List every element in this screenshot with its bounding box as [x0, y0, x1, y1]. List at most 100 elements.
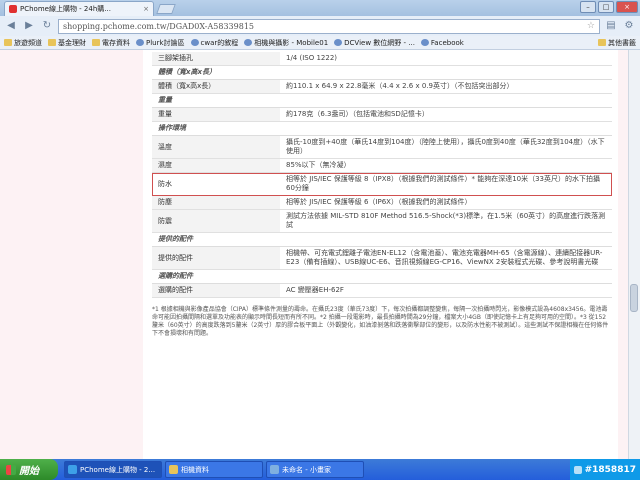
spec-value: 測試方法依據 MIL-STD 810F Method 516.5-Shock(*… [280, 209, 612, 233]
title-bar: PChome線上購物 - 24h購... × – □ × [0, 0, 640, 16]
spec-value: 約110.1 x 64.9 x 22.8毫米（4.4 x 2.6 x 0.9英寸… [280, 79, 612, 94]
spec-label: 體積（寬x高x長） [152, 79, 280, 94]
bookmark-item[interactable]: Plurk討論區 [136, 38, 185, 48]
taskbar-item[interactable]: 相機資料 [165, 461, 263, 478]
forward-arrow-icon[interactable]: ▶ [22, 19, 36, 33]
new-tab-button[interactable] [156, 4, 176, 14]
spec-label: 防塵 [152, 195, 280, 210]
spec-section: 三腳架插孔 1/4 (ISO 1222) 體積（寬x高x長） 體積（寬x高x長） 約11… [152, 52, 612, 338]
browser-toolbar: ◀ ▶ ↻ shopping.pchome.com.tw/DGAD0X-A583… [0, 16, 640, 36]
url-text[interactable]: shopping.pchome.com.tw/DGAD0X-A58339815 [63, 22, 583, 31]
section-title: 體積（寬x高x長） [152, 65, 612, 80]
spec-row: 體積（寬x高x長） 約110.1 x 64.9 x 22.8毫米（4.4 x 2.… [152, 79, 612, 94]
spec-label: 防震 [152, 209, 280, 233]
taskbar-item[interactable]: PChome線上購物 - 2... [64, 461, 162, 478]
bookmark-item[interactable]: 電存資料 [92, 38, 130, 48]
spec-row-highlighted: 防水 相等於 JIS/IEC 保護等級 8（IPX8）（根據我們的測試條件）* 能… [152, 172, 612, 196]
spec-value: 相等於 JIS/IEC 保護等級 6（IP6X）（根據我們的測試條件） [280, 195, 612, 210]
spec-table: 三腳架插孔 1/4 (ISO 1222) 體積（寬x高x長） 體積（寬x高x長） 約11… [152, 52, 612, 298]
bookmark-item[interactable]: DCView 數位網野 - ... [334, 38, 415, 48]
footnote: *1 根據相機與影像產品協會（CIPA）標準條件測量的壽命。在攝氏23度（華氏7… [152, 306, 609, 337]
scrollbar-thumb[interactable] [630, 284, 638, 312]
spec-label: 三腳架插孔 [152, 52, 280, 66]
site-icon [136, 39, 144, 46]
folder-icon [4, 39, 12, 46]
page-menu-icon[interactable]: ▤ [604, 19, 618, 33]
vertical-scrollbar[interactable] [628, 50, 640, 459]
taskbar-items: PChome線上購物 - 2... 相機資料 未命名 - 小畫家 [64, 461, 364, 478]
reload-icon[interactable]: ↻ [40, 19, 54, 33]
section-title: 提供的配件 [152, 232, 612, 247]
folder-icon [598, 39, 606, 46]
bookmark-label: Facebook [430, 38, 464, 47]
site-icon [420, 39, 429, 46]
bookmark-label: 電存資料 [102, 38, 130, 47]
address-bar[interactable]: shopping.pchome.com.tw/DGAD0X-A58339815 … [58, 18, 600, 34]
spec-row: 重量 約178克（6.3盎司）（包括電池和SD記憶卡） [152, 107, 612, 122]
taskbar: 開始 PChome線上購物 - 2... 相機資料 未命名 - 小畫家 #18588… [0, 459, 640, 480]
bookmark-item[interactable]: 旅遊頻道 [4, 38, 42, 48]
bookmark-label: cwar的敘程 [200, 38, 239, 47]
bookmark-label: 相機與攝影 - Mobile01 [254, 38, 329, 47]
section-title: 操作環境 [152, 121, 612, 136]
window-controls: – □ × [580, 1, 638, 13]
pchome-favicon-icon [9, 5, 17, 13]
bookmark-label: DCView 數位網野 - ... [344, 38, 415, 47]
maximize-button[interactable]: □ [598, 1, 614, 13]
spec-value: 1/4 (ISO 1222) [280, 52, 612, 66]
spec-row: 溫度 攝氏-10度到+40度（華氏14度到104度）（陸陸上使用），攝氏0度到40… [152, 135, 612, 159]
tray-text: #1858817 [584, 464, 636, 475]
system-tray: #1858817 [569, 459, 640, 480]
other-bookmarks-label: 其他書籤 [608, 38, 636, 47]
spec-label: 重量 [152, 107, 280, 122]
bookmark-star-icon[interactable]: ☆ [587, 21, 595, 31]
spec-section-header: 重量 [152, 93, 612, 108]
close-window-button[interactable]: × [616, 1, 638, 13]
start-label: 開始 [19, 466, 39, 477]
back-arrow-icon[interactable]: ◀ [4, 19, 18, 33]
site-icon [244, 39, 253, 46]
spec-label: 濕度 [152, 158, 280, 173]
spec-label: 提供的配件 [152, 246, 280, 270]
spec-value: AC 變壓器EH-62F [280, 283, 612, 298]
spec-label: 防水 [152, 172, 280, 196]
spec-row: 濕度 85%以下（無冷凝） [152, 158, 612, 173]
folder-icon [48, 39, 56, 46]
tray-icon[interactable] [573, 465, 582, 474]
section-title: 選購的配件 [152, 269, 612, 284]
spec-value: 相等於 JIS/IEC 保護等級 8（IPX8）（根據我們的測試條件）* 能夠在… [280, 172, 612, 196]
other-bookmarks[interactable]: 其他書籤 [598, 38, 636, 48]
spec-label: 選購的配件 [152, 283, 280, 298]
wrench-icon[interactable]: ⚙ [622, 19, 636, 33]
start-button[interactable]: 開始 [0, 459, 58, 480]
bookmarks-bar: 旅遊頻道 基金理財 電存資料 Plurk討論區 cwar的敘程 相機與攝影 - Mobil… [0, 36, 640, 50]
bookmark-item[interactable]: Facebook [420, 38, 464, 47]
bookmark-label: 基金理財 [58, 38, 86, 47]
spec-row: 防震 測試方法依據 MIL-STD 810F Method 516.5-Shock… [152, 209, 612, 233]
windows-logo-icon [6, 464, 16, 475]
taskbar-item-label: 未命名 - 小畫家 [282, 465, 331, 474]
bookmark-label: Plurk討論區 [146, 38, 185, 47]
app-icon [270, 465, 279, 474]
spec-value: 85%以下（無冷凝） [280, 158, 612, 173]
spec-section-header: 提供的配件 [152, 232, 612, 247]
left-margin [0, 50, 143, 459]
bookmark-item[interactable]: 相機與攝影 - Mobile01 [244, 38, 328, 48]
tab-title: PChome線上購物 - 24h購... [20, 5, 111, 13]
spec-value: 攝氏-10度到+40度（華氏14度到104度）（陸陸上使用），攝氏0度到40度（… [280, 135, 612, 159]
browser-tab[interactable]: PChome線上購物 - 24h購... × [4, 1, 154, 16]
taskbar-item-label: PChome線上購物 - 2... [80, 465, 156, 474]
bookmark-item[interactable]: cwar的敘程 [190, 38, 239, 48]
spec-row: 三腳架插孔 1/4 (ISO 1222) [152, 52, 612, 66]
spec-section-header: 選購的配件 [152, 269, 612, 284]
bookmark-item[interactable]: 基金理財 [48, 38, 86, 48]
app-icon [68, 465, 77, 474]
tab-close-icon[interactable]: × [143, 5, 149, 13]
taskbar-item[interactable]: 未命名 - 小畫家 [266, 461, 364, 478]
spec-row: 防塵 相等於 JIS/IEC 保護等級 6（IP6X）（根據我們的測試條件） [152, 195, 612, 210]
spec-row: 選購的配件 AC 變壓器EH-62F [152, 283, 612, 298]
minimize-button[interactable]: – [580, 1, 596, 13]
page-content: 三腳架插孔 1/4 (ISO 1222) 體積（寬x高x長） 體積（寬x高x長） 約11… [0, 50, 640, 459]
bookmark-label: 旅遊頻道 [14, 38, 42, 47]
folder-icon [92, 39, 100, 46]
